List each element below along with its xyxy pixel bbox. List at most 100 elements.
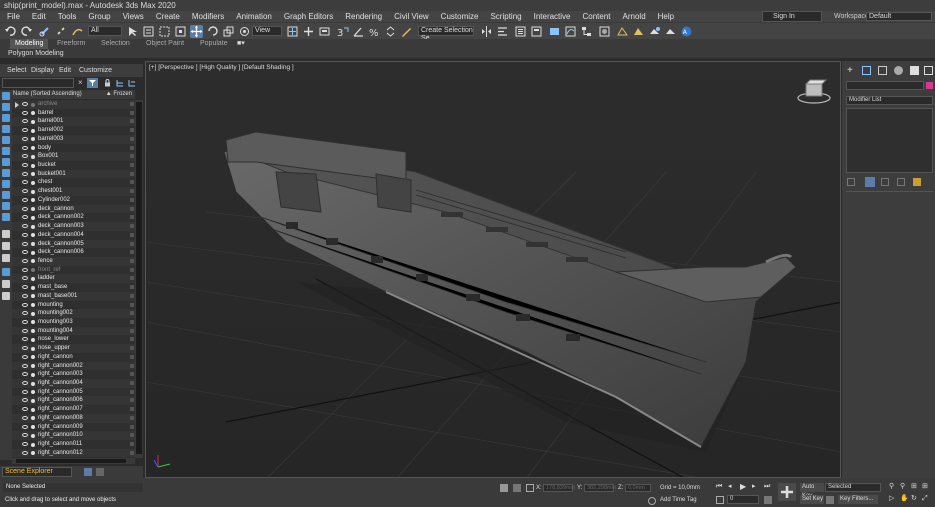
set-key-button[interactable]: Set Key	[800, 495, 824, 504]
column-frozen[interactable]: ▲ Frozen	[106, 90, 132, 99]
visibility-eye-icon[interactable]	[22, 363, 28, 368]
list-item[interactable]: mounting003	[12, 318, 135, 327]
frozen-toggle[interactable]	[130, 450, 134, 455]
bind-space-warp-icon[interactable]	[71, 25, 84, 38]
tab-object-paint[interactable]: Object Paint	[146, 39, 184, 49]
display-helpers-icon[interactable]	[2, 136, 10, 144]
visibility-eye-icon[interactable]	[22, 119, 28, 124]
menu-rendering[interactable]: Rendering	[338, 11, 387, 22]
selection-filter-dropdown[interactable]: All	[88, 26, 122, 36]
display-frozen-icon[interactable]	[2, 202, 10, 210]
go-to-start-icon[interactable]: ⏮	[716, 483, 724, 491]
expand-icon[interactable]	[15, 102, 19, 108]
curve-editor-icon[interactable]	[564, 25, 577, 38]
select-and-scale-icon[interactable]	[222, 25, 235, 38]
visibility-eye-icon[interactable]	[22, 302, 28, 307]
display-shapes-icon[interactable]	[2, 103, 10, 111]
tab-populate[interactable]: Populate	[200, 39, 228, 49]
utilities-tab-icon[interactable]	[924, 66, 933, 75]
frozen-toggle[interactable]	[130, 354, 134, 359]
frozen-toggle[interactable]	[130, 363, 134, 368]
menu-scripting[interactable]: Scripting	[483, 11, 526, 22]
visibility-eye-icon[interactable]	[22, 354, 28, 359]
list-item[interactable]: mast_base	[12, 283, 135, 292]
frozen-toggle[interactable]	[130, 110, 134, 115]
hierarchy-tab-icon[interactable]	[878, 66, 887, 75]
menu-customize[interactable]: Customize	[434, 11, 484, 22]
render-production-icon[interactable]	[648, 25, 661, 38]
frozen-toggle[interactable]	[130, 189, 134, 194]
menu-animation[interactable]: Animation	[229, 11, 277, 22]
pan-view-icon[interactable]: ✋	[900, 495, 909, 503]
visibility-eye-icon[interactable]	[22, 285, 28, 290]
display-groups-icon[interactable]	[2, 158, 10, 166]
scene-explorer-search-input[interactable]	[2, 78, 74, 88]
list-item[interactable]: right_cannon006	[12, 396, 135, 406]
snaps-toggle-icon[interactable]: 3	[336, 25, 349, 38]
set-keys-icon[interactable]	[778, 483, 796, 501]
list-item[interactable]: nose_lower	[12, 335, 135, 344]
sort-by-layer-icon[interactable]	[96, 468, 104, 476]
select-and-rotate-icon[interactable]	[206, 25, 219, 38]
visibility-eye-icon[interactable]	[22, 319, 28, 324]
motion-tab-icon[interactable]	[894, 66, 903, 75]
spinner-snap-icon[interactable]	[384, 25, 397, 38]
list-item[interactable]: archive	[12, 100, 135, 109]
visibility-eye-icon[interactable]	[22, 346, 28, 351]
list-item[interactable]: mast_base001	[12, 291, 135, 301]
list-item[interactable]: nose_upper	[12, 344, 135, 353]
play-icon[interactable]: ▶	[740, 483, 748, 491]
list-item[interactable]: right_cannon002	[12, 361, 135, 371]
select-object-icon[interactable]	[126, 25, 139, 38]
visibility-eye-icon[interactable]	[22, 276, 28, 281]
frozen-toggle[interactable]	[130, 250, 134, 255]
current-frame-field[interactable]: 0	[727, 495, 759, 504]
frozen-toggle[interactable]	[130, 154, 134, 159]
layers-icon[interactable]	[128, 79, 136, 87]
visibility-eye-icon[interactable]	[22, 206, 28, 211]
frozen-toggle[interactable]	[130, 415, 134, 420]
frozen-toggle[interactable]	[130, 285, 134, 290]
list-item[interactable]: chest	[12, 178, 135, 187]
list-item[interactable]: right_cannon007	[12, 405, 135, 414]
list-item[interactable]: barrel001	[12, 117, 135, 127]
list-item[interactable]: right_cannon	[12, 353, 135, 362]
frozen-toggle[interactable]	[130, 346, 134, 351]
visibility-eye-icon[interactable]	[22, 415, 28, 420]
list-item[interactable]: deck_cannon	[12, 204, 135, 214]
visibility-eye-icon[interactable]	[22, 102, 28, 106]
list-item[interactable]: chest001	[12, 187, 135, 196]
configure-modifier-sets-icon[interactable]	[913, 178, 921, 186]
frozen-toggle[interactable]	[130, 442, 134, 447]
list-item[interactable]: mounting004	[12, 326, 135, 336]
menu-modifiers[interactable]: Modifiers	[185, 11, 229, 22]
list-item[interactable]: Cylinder002	[12, 196, 135, 205]
visibility-eye-icon[interactable]	[22, 189, 28, 194]
menu-edit[interactable]: Edit	[25, 11, 51, 22]
link-icon[interactable]	[39, 25, 52, 38]
list-item[interactable]: Box001	[12, 152, 135, 162]
sign-in-dropdown[interactable]: Sign In	[762, 11, 822, 22]
key-filters-button[interactable]: Key Filters...	[838, 495, 878, 504]
visibility-eye-icon[interactable]	[22, 241, 28, 246]
visibility-eye-icon[interactable]	[22, 424, 28, 429]
visibility-eye-icon[interactable]	[22, 145, 28, 150]
previous-frame-icon[interactable]: ◂	[728, 483, 736, 491]
list-item[interactable]: deck_cannon004	[12, 231, 135, 240]
object-name-input[interactable]	[846, 81, 924, 90]
frozen-toggle[interactable]	[130, 206, 134, 211]
visibility-eye-icon[interactable]	[22, 250, 28, 255]
frozen-toggle[interactable]	[130, 224, 134, 229]
list-item[interactable]: mounting002	[12, 309, 135, 318]
menu-create[interactable]: Create	[149, 11, 185, 22]
list-item[interactable]: right_cannon011	[12, 440, 135, 449]
vertical-scrollbar[interactable]	[135, 100, 143, 458]
z-coordinate-field[interactable]: 0,0mm	[625, 484, 651, 492]
orbit-icon[interactable]: ↻	[911, 495, 919, 503]
frozen-toggle[interactable]	[130, 328, 134, 333]
create-tab-icon[interactable]: +	[847, 66, 856, 76]
go-to-end-icon[interactable]: ⏭	[764, 483, 772, 491]
lock-icon[interactable]	[104, 79, 111, 87]
frozen-toggle[interactable]	[130, 119, 134, 124]
time-tag-icon[interactable]	[648, 497, 656, 505]
